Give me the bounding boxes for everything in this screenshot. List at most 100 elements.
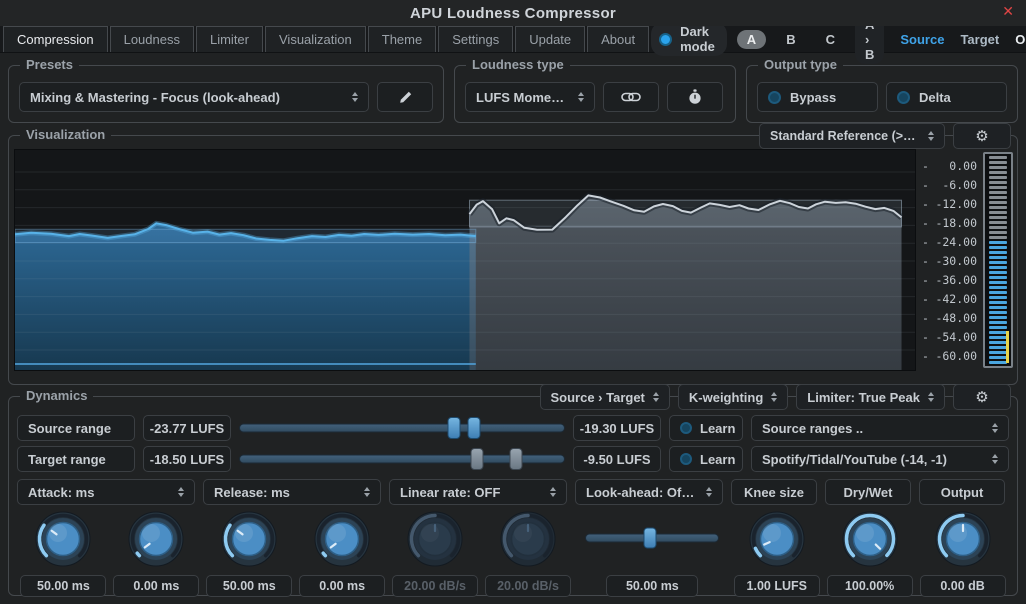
lookahead-slider[interactable] (585, 527, 720, 549)
linear-rate-down-value[interactable]: 20.00 dB/s (484, 575, 571, 597)
linear-rate-up-knob[interactable] (406, 510, 464, 568)
tab-limiter[interactable]: Limiter (195, 26, 263, 52)
attack-time-knob[interactable] (34, 510, 92, 568)
output-gain-value[interactable]: 0.00 dB (919, 575, 1006, 597)
target-range-button[interactable]: Target range (17, 446, 135, 472)
lookahead-mode-select[interactable]: Look-ahead: Offset (575, 479, 723, 505)
dry-wet-value[interactable]: 100.00% (826, 575, 913, 597)
loudness-type-group-label: Loudness type (466, 57, 570, 72)
target-range-min-handle[interactable] (470, 448, 484, 470)
meter-segment (989, 316, 1007, 319)
spinner-arrows-icon (928, 392, 934, 402)
linear-rate-up-value[interactable]: 20.00 dB/s (392, 575, 479, 597)
release-mode-select[interactable]: Release: ms (203, 479, 381, 505)
dry-wet-header[interactable]: Dry/Wet (825, 479, 911, 505)
tab-update[interactable]: Update (515, 26, 586, 52)
monitor-target-button[interactable]: Target (960, 32, 999, 47)
lookahead-value[interactable]: 50.00 ms (606, 575, 699, 597)
presets-group: Presets Mixing & Mastering - Focus (look… (8, 57, 444, 123)
preset-edit-button[interactable] (377, 82, 433, 112)
spinner-arrows-icon (364, 487, 370, 497)
knee-size-value[interactable]: 1.00 LUFS (733, 575, 820, 597)
weighting-select[interactable]: K-weighting (677, 384, 789, 410)
source-range-slider[interactable] (239, 417, 565, 439)
release-hold-knob[interactable] (313, 510, 371, 568)
axis-tick-label: -0.00 (922, 159, 977, 173)
attack-time-value[interactable]: 50.00 ms (20, 575, 107, 597)
routing-select[interactable]: Source › Target (539, 384, 670, 410)
meter-segment (989, 346, 1007, 349)
dark-mode-toggle[interactable]: Dark mode (651, 22, 727, 56)
monitor-output-button[interactable]: Output (1015, 32, 1026, 47)
release-hold-value[interactable]: 0.00 ms (299, 575, 386, 597)
meter-segment (989, 351, 1007, 354)
preset-slot-c-button[interactable]: C (816, 30, 845, 49)
source-range-button[interactable]: Source range (17, 415, 135, 441)
spinner-arrows-icon (706, 487, 712, 497)
output-type-delta-option[interactable]: Delta (886, 82, 1007, 112)
attack-hold-value[interactable]: 0.00 ms (113, 575, 200, 597)
output-header[interactable]: Output (919, 479, 1005, 505)
limiter-select-value: Limiter: True Peak (807, 389, 920, 405)
reference-select[interactable]: Standard Reference (>= -60) (759, 123, 945, 149)
meter-segment (989, 236, 1007, 239)
meter-segment (989, 206, 1007, 209)
tab-loudness[interactable]: Loudness (109, 26, 194, 52)
preset-select[interactable]: Mixing & Mastering - Focus (look-ahead) (19, 82, 369, 112)
knee-size-header[interactable]: Knee size (731, 479, 817, 505)
link-icon (621, 92, 641, 102)
visualization-settings-button[interactable]: ⚙ (953, 123, 1011, 149)
target-range-low-value[interactable]: -18.50 LUFS (143, 446, 231, 472)
attack-mode-select[interactable]: Attack: ms (17, 479, 195, 505)
menu-bar: Compression Loudness Limiter Visualizati… (0, 14, 1026, 64)
monitor-source-button[interactable]: Source (900, 32, 944, 47)
lookahead-handle[interactable] (643, 527, 657, 549)
source-range-min-handle[interactable] (447, 417, 461, 439)
spinner-arrows-icon (578, 92, 584, 102)
slider-track[interactable] (239, 423, 565, 433)
linear-rate-down-column: 20.00 dB/s (482, 510, 575, 597)
loudness-link-button[interactable] (603, 82, 659, 112)
loudness-type-select[interactable]: LUFS Momentary (465, 82, 595, 112)
title-bar: APU Loudness Compressor ✕ (0, 0, 1026, 26)
source-range-high-value[interactable]: -19.30 LUFS (573, 415, 661, 441)
preset-slot-a-button[interactable]: A (736, 29, 767, 49)
meter-segment (989, 291, 1007, 294)
dry-wet-knob[interactable] (841, 510, 899, 568)
tab-theme[interactable]: Theme (367, 26, 437, 52)
tab-settings[interactable]: Settings (438, 26, 514, 52)
meter-segment (989, 286, 1007, 289)
output-type-bypass-option[interactable]: Bypass (757, 82, 878, 112)
knee-size-knob[interactable] (748, 510, 806, 568)
release-time-value[interactable]: 50.00 ms (206, 575, 293, 597)
target-ranges-select[interactable]: Spotify/Tidal/YouTube (-14, -1) (751, 446, 1009, 472)
meter-segment (989, 296, 1007, 299)
source-learn-button[interactable]: Learn (669, 415, 743, 441)
target-learn-button[interactable]: Learn (669, 446, 743, 472)
tab-compression[interactable]: Compression (3, 26, 108, 52)
tab-about[interactable]: About (587, 26, 650, 52)
linear-rate-select[interactable]: Linear rate: OFF (389, 479, 567, 505)
target-range-high-value[interactable]: -9.50 LUFS (573, 446, 661, 472)
loudness-timer-button[interactable] (667, 82, 723, 112)
target-range-slider[interactable] (239, 448, 565, 470)
source-ranges-select[interactable]: Source ranges .. (751, 415, 1009, 441)
axis-tick-label: - -42.00 (922, 292, 977, 306)
loudness-type-value: LUFS Momentary (476, 89, 570, 105)
release-time-knob[interactable] (220, 510, 278, 568)
output-gain-column: 0.00 dB (916, 510, 1009, 597)
learn-label: Learn (700, 451, 736, 467)
dynamics-settings-button[interactable]: ⚙ (953, 384, 1011, 410)
limiter-select[interactable]: Limiter: True Peak (796, 384, 945, 410)
tab-visualization[interactable]: Visualization (265, 26, 366, 52)
close-icon[interactable]: ✕ (1002, 4, 1014, 20)
linear-rate-down-knob[interactable] (499, 510, 557, 568)
output-gain-knob[interactable] (934, 510, 992, 568)
source-range-max-handle[interactable] (467, 417, 481, 439)
source-range-low-value[interactable]: -23.77 LUFS (143, 415, 231, 441)
meter-segment (989, 261, 1007, 264)
loudness-type-group: Loudness type LUFS Momentary (454, 57, 736, 123)
preset-slot-b-button[interactable]: B (776, 30, 805, 49)
target-range-max-handle[interactable] (509, 448, 523, 470)
attack-hold-knob[interactable] (127, 510, 185, 568)
